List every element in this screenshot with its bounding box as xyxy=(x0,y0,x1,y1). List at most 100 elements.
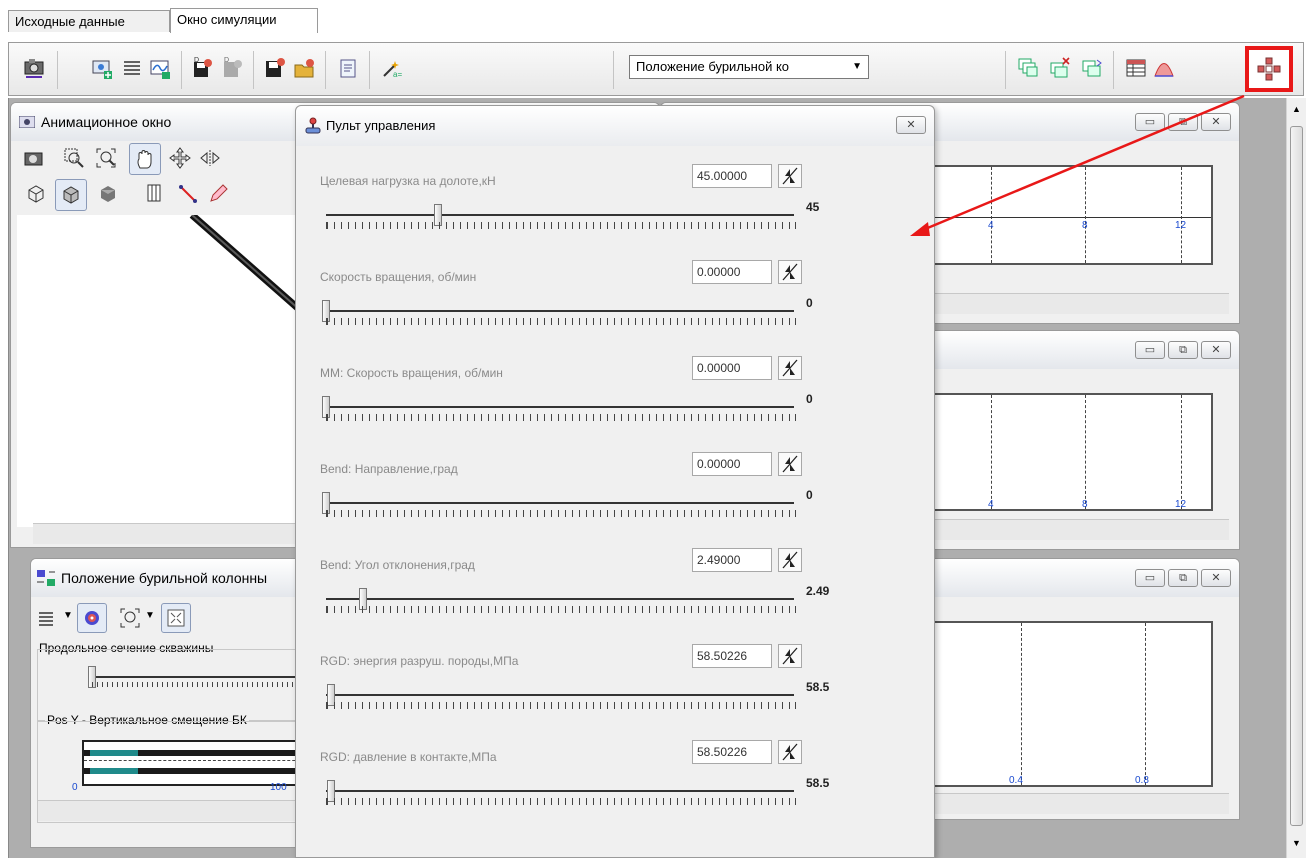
minimize-button[interactable]: ▭ xyxy=(1135,113,1165,131)
x-tick-label: 8 xyxy=(1082,220,1088,231)
table-icon[interactable] xyxy=(1125,57,1147,79)
minimize-button[interactable]: ▭ xyxy=(1135,341,1165,359)
section-group xyxy=(37,649,325,721)
parameter-value-input[interactable]: 2.49000 xyxy=(692,548,772,572)
pan-button[interactable] xyxy=(129,143,161,175)
tab-simulation-window[interactable]: Окно симуляции xyxy=(170,8,318,33)
parameter-value-input[interactable]: 0.00000 xyxy=(692,356,772,380)
camera-icon[interactable] xyxy=(23,147,45,169)
window-selector-dropdown[interactable]: Положение бурильной ко ▼ xyxy=(629,55,869,79)
drill-position-window[interactable]: Положение бурильной колонны ▼ ▼ Продольн… xyxy=(30,558,330,848)
close-windows-icon[interactable] xyxy=(1049,57,1071,79)
spin-arrows-icon[interactable] xyxy=(778,452,802,476)
save-icon[interactable] xyxy=(263,57,285,79)
svg-text:D: D xyxy=(194,57,199,64)
save-data-icon[interactable]: D xyxy=(191,57,213,79)
scroll-up-icon[interactable]: ▲ xyxy=(1292,104,1301,114)
wireframe-cube-icon[interactable] xyxy=(25,183,47,205)
load-data-icon[interactable]: D xyxy=(221,57,243,79)
pos-y-plot[interactable] xyxy=(82,740,322,786)
close-button[interactable]: ✕ xyxy=(1201,569,1231,587)
spin-arrows-icon[interactable] xyxy=(778,644,802,668)
list-icon[interactable] xyxy=(37,609,55,627)
plot-2-area[interactable]: 4 8 12 xyxy=(931,393,1213,511)
parameter-slider-track[interactable] xyxy=(326,310,794,312)
fit-all-button[interactable] xyxy=(161,603,191,633)
parameter-slider-track[interactable] xyxy=(326,598,794,600)
pencil-icon[interactable] xyxy=(207,183,229,205)
report-icon[interactable] xyxy=(337,57,359,79)
x-tick-label: 0.8 xyxy=(1135,775,1149,786)
svg-text:a=: a= xyxy=(393,70,402,79)
spin-arrows-icon[interactable] xyxy=(778,740,802,764)
rotate-icon[interactable] xyxy=(169,147,191,169)
spin-arrows-icon[interactable] xyxy=(778,164,802,188)
add-window-icon[interactable] xyxy=(91,57,113,79)
plot-window-1-controls: ▭ ⧉ ✕ xyxy=(1132,113,1231,131)
spin-arrows-icon[interactable] xyxy=(778,356,802,380)
parameter-slider-value: 0 xyxy=(806,488,813,502)
zoom-fit-icon[interactable] xyxy=(95,147,117,169)
parameter-slider-value: 45 xyxy=(806,200,820,214)
section-slider-track[interactable] xyxy=(92,676,322,678)
control-panel-button[interactable] xyxy=(1245,46,1293,92)
solid-view-button[interactable] xyxy=(55,179,87,211)
restore-button[interactable]: ⧉ xyxy=(1168,569,1198,587)
parameter-slider-track[interactable] xyxy=(326,406,794,408)
scrollbar-thumb[interactable] xyxy=(1290,126,1303,826)
parameter-slider-track[interactable] xyxy=(326,790,794,792)
parameter-slider-ticks xyxy=(326,414,796,421)
chevron-down-icon[interactable]: ▼ xyxy=(145,610,155,621)
section-slider-ticks xyxy=(92,682,322,687)
tool-icon[interactable] xyxy=(143,183,165,205)
parameter-value-input[interactable]: 45.00000 xyxy=(692,164,772,188)
control-panel-close-button[interactable]: ✕ xyxy=(896,116,926,134)
target-icon xyxy=(85,611,99,625)
axis-mid-label: 100 xyxy=(270,782,287,793)
dropdown-value: Положение бурильной ко xyxy=(636,59,790,74)
plot-3-status-bar xyxy=(931,793,1229,814)
mirror-icon[interactable] xyxy=(199,147,221,169)
parameter-value-input[interactable]: 0.00000 xyxy=(692,452,772,476)
spin-arrows-icon[interactable] xyxy=(778,548,802,572)
parameter-value-input[interactable]: 0.00000 xyxy=(692,260,772,284)
line-tool-icon[interactable] xyxy=(177,183,199,205)
parameter-label: Скорость вращения, об/мин xyxy=(320,270,477,284)
close-button[interactable]: ✕ xyxy=(1201,113,1231,131)
pos-y-status-bar xyxy=(38,800,324,821)
control-panel-title: Пульт управления xyxy=(326,118,436,133)
chevron-down-icon: ▼ xyxy=(852,61,862,72)
chevron-down-icon[interactable]: ▼ xyxy=(63,610,73,621)
target-view-button[interactable] xyxy=(77,603,107,633)
chart-add-icon[interactable] xyxy=(149,57,171,79)
minimize-button[interactable]: ▭ xyxy=(1135,569,1165,587)
parameter-slider-track[interactable] xyxy=(326,214,794,216)
cascade-icon[interactable] xyxy=(1017,57,1039,79)
wizard-icon[interactable]: a= xyxy=(381,57,403,79)
histogram-icon[interactable] xyxy=(1153,57,1175,79)
tile-windows-icon[interactable] xyxy=(1081,57,1103,79)
close-button[interactable]: ✕ xyxy=(1201,341,1231,359)
list-icon[interactable] xyxy=(121,57,143,79)
main-toolbar: D D a= Положение бурильной ко ▼ xyxy=(8,42,1304,96)
plot-3-area[interactable]: 0.4 0.8 xyxy=(931,621,1213,787)
plot-1-area[interactable]: 4 8 12 xyxy=(931,165,1213,265)
parameter-value-input[interactable]: 58.50226 xyxy=(692,644,772,668)
shaded-cube-icon[interactable] xyxy=(97,183,119,205)
parameter-slider-track[interactable] xyxy=(326,694,794,696)
expand-icon xyxy=(167,609,185,627)
zoom-region-icon[interactable] xyxy=(63,147,85,169)
zoom-fit-icon[interactable] xyxy=(119,607,141,629)
parameter-slider-track[interactable] xyxy=(326,502,794,504)
scroll-down-icon[interactable]: ▼ xyxy=(1292,838,1301,848)
window-icon xyxy=(19,116,35,128)
tab-source-data[interactable]: Исходные данные xyxy=(8,10,170,32)
restore-button[interactable]: ⧉ xyxy=(1168,341,1198,359)
parameter-value-input[interactable]: 58.50226 xyxy=(692,740,772,764)
restore-button[interactable]: ⧉ xyxy=(1168,113,1198,131)
spin-arrows-icon[interactable] xyxy=(778,260,802,284)
camera-icon[interactable] xyxy=(23,57,45,79)
vertical-scrollbar[interactable]: ▲ ▼ xyxy=(1286,98,1306,858)
open-icon[interactable] xyxy=(293,57,315,79)
control-panel[interactable]: Пульт управления ✕ Целевая нагрузка на д… xyxy=(295,105,935,858)
